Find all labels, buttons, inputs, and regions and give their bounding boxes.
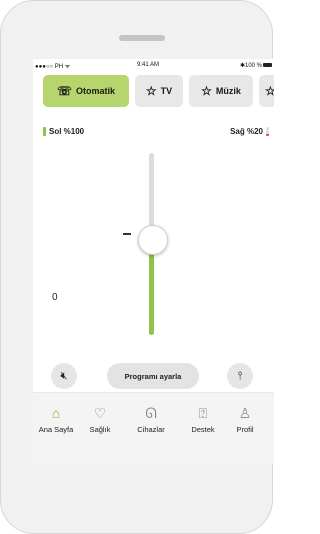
home-icon: ⌂ bbox=[51, 405, 61, 421]
tab-health[interactable]: ♡ Sağlık bbox=[78, 405, 122, 434]
tab-label: Cihazlar bbox=[137, 425, 165, 434]
tune-icon: ⫯ bbox=[237, 369, 243, 382]
tab-profile[interactable]: ♙ Profil bbox=[223, 405, 267, 434]
program-chip-otomatik[interactable]: ☏ Otomatik bbox=[43, 75, 129, 107]
mute-icon: 🔇︎ bbox=[60, 369, 68, 382]
program-label: Müzik bbox=[215, 86, 241, 96]
hearing-aid-icon: ᘏ bbox=[145, 405, 157, 421]
volume-slider-fill bbox=[149, 249, 154, 335]
bottom-tab-bar: ⌂ Ana Sayfa ♡ Sağlık ᘏ Cihazlar ⍰ Destek… bbox=[33, 392, 274, 464]
phone-speaker bbox=[119, 35, 165, 41]
status-bar: ●●●○○ PH ᯤ 9:41 AM ✱100 % bbox=[33, 59, 274, 71]
tab-label: Ana Sayfa bbox=[38, 425, 74, 434]
star-icon: ☆ bbox=[265, 84, 274, 98]
slider-center-mark bbox=[123, 233, 131, 235]
tab-label: Sağlık bbox=[89, 425, 111, 434]
tab-devices[interactable]: ᘏ Cihazlar bbox=[129, 405, 173, 434]
tab-home[interactable]: ⌂ Ana Sayfa bbox=[34, 405, 78, 434]
hearing-aid-battery-row: Sol %100 Sağ %20 bbox=[43, 127, 269, 141]
right-battery-icon bbox=[266, 127, 269, 136]
tab-support[interactable]: ⍰ Destek bbox=[181, 405, 225, 434]
status-time: 9:41 AM bbox=[137, 62, 160, 68]
carrier-signal: ●●●○○ PH ᯤ bbox=[35, 64, 71, 70]
volume-slider-thumb[interactable] bbox=[138, 225, 168, 255]
heart-icon: ♡ bbox=[93, 405, 107, 421]
tune-button[interactable]: ⫯ bbox=[227, 363, 253, 389]
right-aid-status: Sağ %20 bbox=[230, 127, 269, 136]
star-icon: ☆ bbox=[145, 84, 157, 98]
program-chip-partial[interactable]: ☆ bbox=[259, 75, 274, 107]
tab-label: Destek bbox=[191, 425, 215, 434]
profile-icon: ♙ bbox=[238, 405, 252, 421]
mute-button[interactable]: 🔇︎ bbox=[51, 363, 77, 389]
volume-value: 0 bbox=[52, 292, 58, 303]
right-battery-label: Sağ %20 bbox=[230, 127, 263, 136]
program-chips: ☏ Otomatik ☆ TV ☆ Müzik ☆ bbox=[43, 75, 274, 109]
status-battery-text: ✱100 % bbox=[239, 63, 262, 69]
adjust-program-button[interactable]: Programı ayarla bbox=[107, 363, 199, 389]
left-battery-icon bbox=[43, 127, 46, 136]
left-battery-label: Sol %100 bbox=[49, 127, 85, 136]
phone-frame: ●●●○○ PH ᯤ 9:41 AM ✱100 % ☏ Otomatik ☆ T… bbox=[0, 0, 274, 534]
tab-label: Profil bbox=[236, 425, 254, 434]
star-icon: ☆ bbox=[201, 84, 212, 98]
left-aid-status: Sol %100 bbox=[43, 127, 84, 136]
help-icon: ⍰ bbox=[198, 405, 208, 421]
program-chip-muzik[interactable]: ☆ Müzik bbox=[189, 75, 253, 107]
ear-wave-icon: ☏ bbox=[56, 84, 72, 98]
program-label: Otomatik bbox=[76, 86, 116, 96]
battery-icon bbox=[263, 63, 272, 67]
program-label: TV bbox=[160, 86, 173, 96]
program-chip-tv[interactable]: ☆ TV bbox=[135, 75, 183, 107]
